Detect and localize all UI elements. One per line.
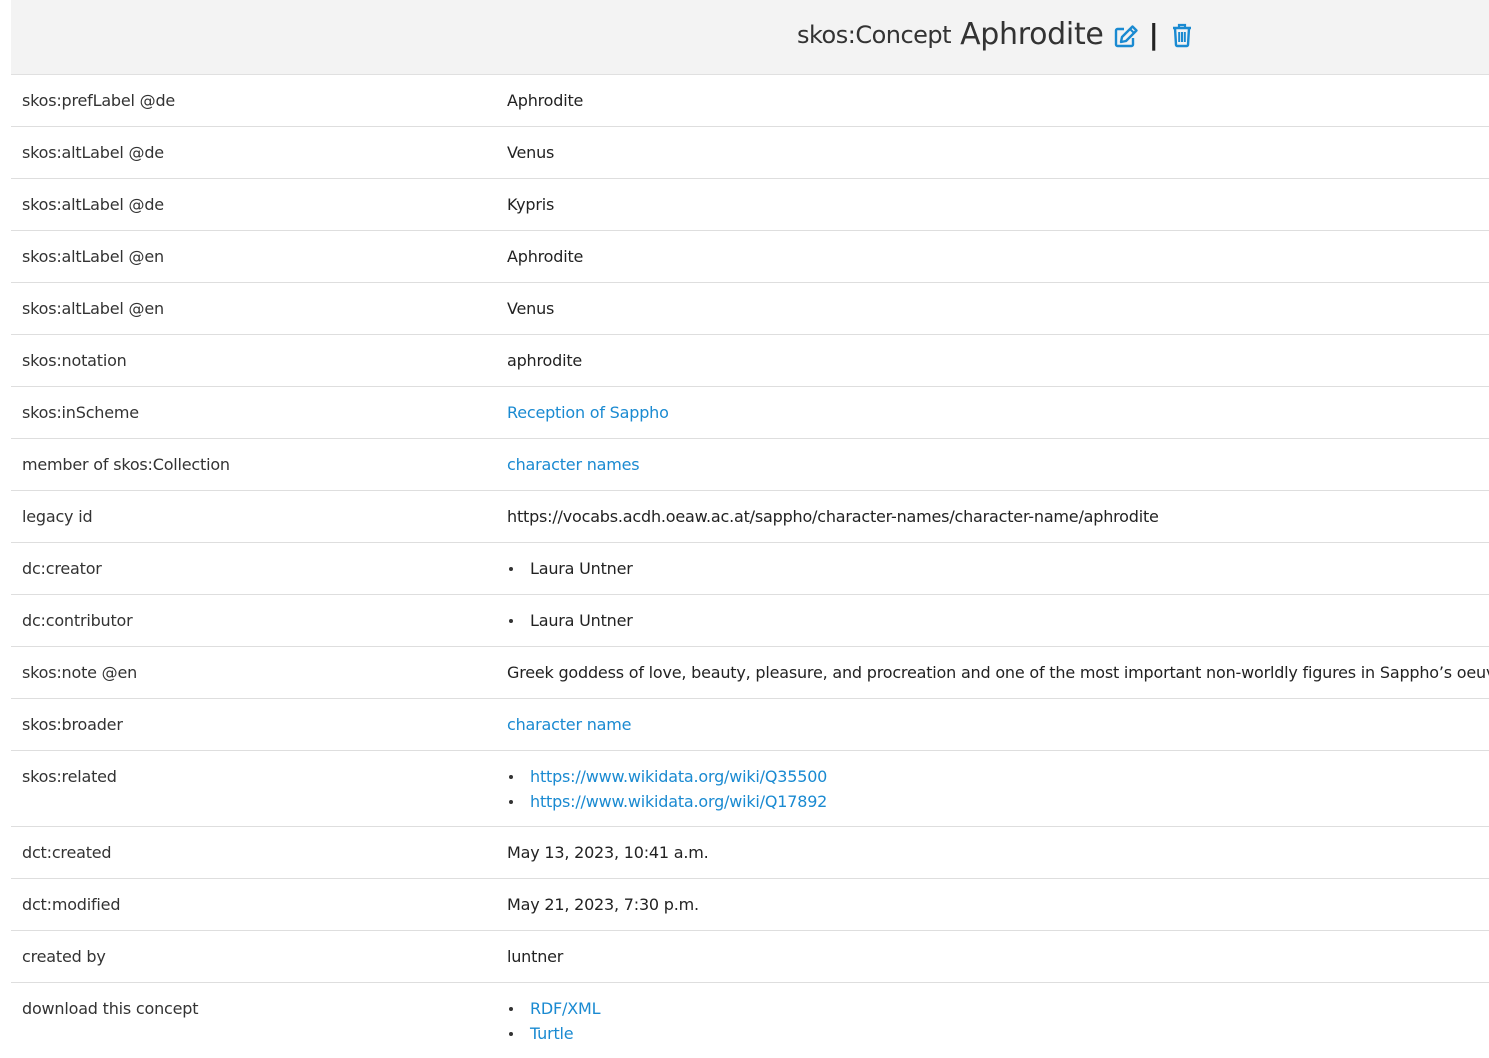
delete-button[interactable] [1171, 22, 1193, 48]
creator-list: Laura Untner [507, 556, 1489, 581]
table-row: skos:note @en Greek goddess of love, bea… [11, 647, 1489, 699]
property-label: skos:prefLabel @de [22, 91, 176, 110]
related-link[interactable]: https://www.wikidata.org/wiki/Q35500 [530, 767, 827, 786]
property-value: Reception of Sappho [507, 387, 1489, 438]
property-label: skos:related [22, 767, 117, 786]
list-item: Laura Untner [507, 608, 1489, 633]
property-label: download this concept [22, 999, 199, 1018]
property-value: Venus [507, 143, 555, 162]
property-value: character name [507, 699, 1489, 750]
table-row: skos:altLabel @de Kypris [11, 179, 1489, 231]
concept-scheme-link[interactable]: Reception of Sappho [507, 403, 669, 422]
property-label: skos:notation [22, 351, 127, 370]
property-value: Venus [507, 299, 555, 318]
header-title-group: skos:Concept Aphrodite | [797, 17, 1193, 52]
property-value: https://vocabs.acdh.oeaw.ac.at/sappho/ch… [507, 507, 1159, 526]
property-label: dc:creator [22, 559, 102, 578]
property-value: Kypris [507, 195, 555, 214]
property-label: skos:altLabel @de [22, 143, 164, 162]
property-value: https://www.wikidata.org/wiki/Q35500 htt… [507, 751, 1489, 826]
table-row: skos:broader character name [11, 699, 1489, 751]
table-row: created by luntner [11, 931, 1489, 983]
property-value: May 21, 2023, 7:30 p.m. [507, 895, 699, 914]
concept-type-label: skos:Concept [797, 20, 952, 49]
table-row: skos:altLabel @en Aphrodite [11, 231, 1489, 283]
property-value: luntner [507, 947, 564, 966]
table-row: member of skos:Collection character name… [11, 439, 1489, 491]
edit-button[interactable] [1113, 24, 1139, 48]
property-value: Aphrodite [507, 91, 584, 110]
page-title: Aphrodite [960, 17, 1104, 52]
collection-link[interactable]: character names [507, 455, 640, 474]
table-row: skos:related https://www.wikidata.org/wi… [11, 751, 1489, 827]
table-row: dc:creator Laura Untner [11, 543, 1489, 595]
table-row: skos:inScheme Reception of Sappho [11, 387, 1489, 439]
table-row: dct:modified May 21, 2023, 7:30 p.m. [11, 879, 1489, 931]
related-list: https://www.wikidata.org/wiki/Q35500 htt… [507, 764, 1489, 814]
trash-icon [1172, 23, 1191, 48]
property-label: legacy id [22, 507, 93, 526]
property-value: Aphrodite [507, 247, 584, 266]
property-label: skos:inScheme [22, 403, 139, 422]
list-item: Turtle [507, 1021, 1489, 1046]
table-row: dct:created May 13, 2023, 10:41 a.m. [11, 827, 1489, 879]
header-separator: | [1148, 18, 1159, 51]
list-item: https://www.wikidata.org/wiki/Q17892 [507, 789, 1489, 814]
list-item: RDF/XML [507, 996, 1489, 1021]
contributor-list: Laura Untner [507, 608, 1489, 633]
property-value: May 13, 2023, 10:41 a.m. [507, 843, 709, 862]
table-row: dc:contributor Laura Untner [11, 595, 1489, 647]
download-turtle-link[interactable]: Turtle [530, 1024, 574, 1043]
list-item: Laura Untner [507, 556, 1489, 581]
property-label: created by [22, 947, 106, 966]
property-label: dct:modified [22, 895, 121, 914]
concept-detail-page: skos:Concept Aphrodite | skos:prefLabel … [11, 0, 1489, 1058]
table-row: skos:notation aphrodite [11, 335, 1489, 387]
broader-concept-link[interactable]: character name [507, 715, 631, 734]
property-value: Laura Untner [507, 543, 1489, 594]
property-label: skos:broader [22, 715, 123, 734]
property-value: RDF/XML Turtle [507, 983, 1489, 1058]
property-label: skos:altLabel @de [22, 195, 164, 214]
table-row: legacy id https://vocabs.acdh.oeaw.ac.at… [11, 491, 1489, 543]
download-rdf-xml-link[interactable]: RDF/XML [530, 999, 601, 1018]
property-label: member of skos:Collection [22, 455, 230, 474]
list-item: https://www.wikidata.org/wiki/Q35500 [507, 764, 1489, 789]
page-header: skos:Concept Aphrodite | [11, 0, 1489, 75]
table-row: skos:altLabel @en Venus [11, 283, 1489, 335]
property-value: aphrodite [507, 351, 583, 370]
edit-icon [1114, 24, 1138, 47]
property-label: dc:contributor [22, 611, 133, 630]
property-value: character names [507, 439, 1489, 490]
property-label: skos:altLabel @en [22, 299, 164, 318]
table-row: skos:prefLabel @de Aphrodite [11, 75, 1489, 127]
property-label: dct:created [22, 843, 112, 862]
table-row: skos:altLabel @de Venus [11, 127, 1489, 179]
property-value: Greek goddess of love, beauty, pleasure,… [507, 663, 1489, 682]
table-row: download this concept RDF/XML Turtle [11, 983, 1489, 1058]
property-label: skos:altLabel @en [22, 247, 164, 266]
property-value: Laura Untner [507, 595, 1489, 646]
property-label: skos:note @en [22, 663, 138, 682]
related-link[interactable]: https://www.wikidata.org/wiki/Q17892 [530, 792, 827, 811]
